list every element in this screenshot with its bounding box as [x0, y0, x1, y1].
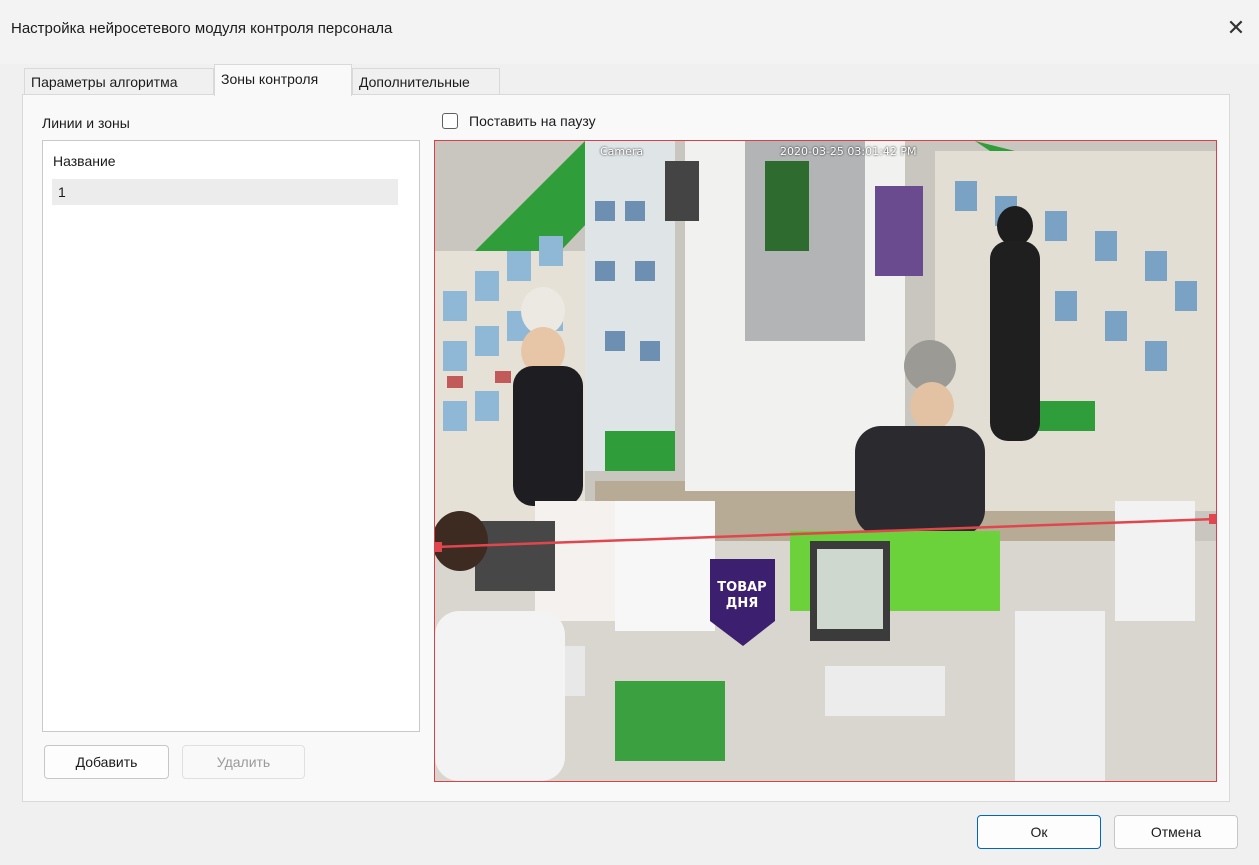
- window-title: Настройка нейросетевого модуля контроля …: [11, 20, 393, 37]
- promo-sign-line-1: ТОВАР: [717, 580, 766, 595]
- ok-button[interactable]: Ок: [977, 815, 1101, 849]
- name-column-header: Название: [53, 153, 116, 169]
- tab-control-zones[interactable]: Зоны контроля: [214, 64, 352, 96]
- zones-list[interactable]: Название 1: [42, 140, 420, 732]
- tab-algorithm-params[interactable]: Параметры алгоритма: [24, 68, 214, 94]
- cancel-button[interactable]: Отмена: [1114, 815, 1238, 849]
- camera-frame-image: ТОВАР ДНЯ: [435, 141, 1216, 781]
- close-icon[interactable]: ✕: [1213, 8, 1259, 48]
- pause-checkbox[interactable]: [442, 113, 458, 129]
- camera-preview[interactable]: ТОВАР ДНЯ Camera 2020-03-25 03:01:42 PM: [434, 140, 1217, 782]
- promo-sign-line-2: ДНЯ: [726, 596, 758, 611]
- zones-section-label: Линии и зоны: [42, 115, 130, 131]
- pause-label: Поставить на паузу: [469, 113, 596, 129]
- title-bar: Настройка нейросетевого модуля контроля …: [0, 0, 1259, 64]
- camera-timestamp: 2020-03-25 03:01:42 PM: [780, 145, 917, 158]
- camera-label: Camera: [600, 145, 644, 158]
- zone-list-item[interactable]: 1: [52, 179, 398, 205]
- pause-toggle[interactable]: Поставить на паузу: [442, 113, 596, 129]
- delete-zone-button[interactable]: Удалить: [182, 745, 305, 779]
- tab-additional[interactable]: Дополнительные: [352, 68, 500, 94]
- add-zone-button[interactable]: Добавить: [44, 745, 169, 779]
